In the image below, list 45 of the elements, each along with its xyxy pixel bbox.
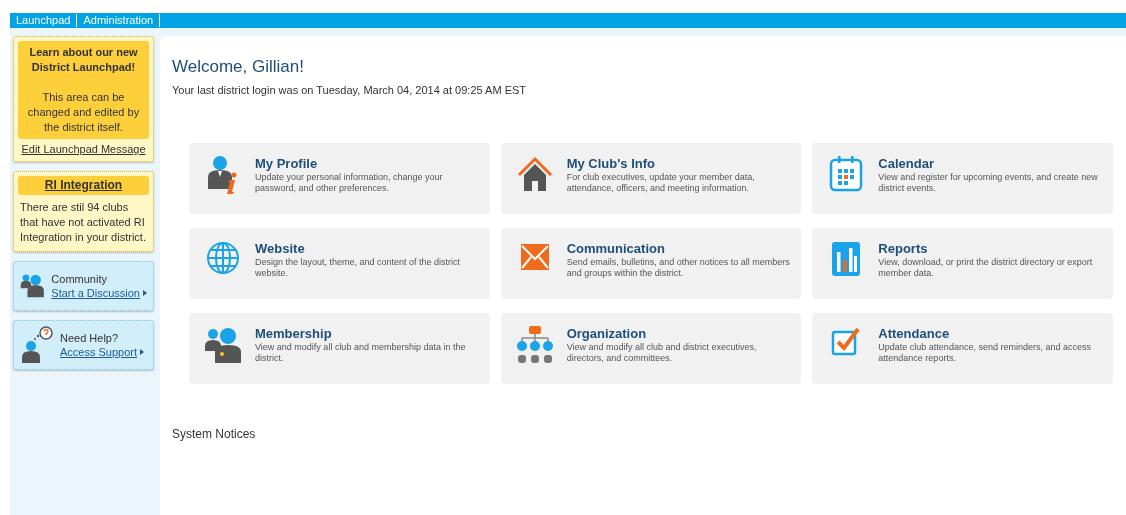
integration-link[interactable]: RI Integration [20,178,147,193]
calendar-icon [829,155,864,193]
shortcut-label: Community [51,273,108,285]
tile-card[interactable]: My Club's Info For club executives, update your member data, attendance, officers, and meeting information. [500,143,802,214]
message-title: Learn about our new District Launchpad! [28,45,139,75]
last-login-text: Your last district login was on Tuesday, March 04, 2014 at 09:25 AM EST [172,84,528,96]
tile-description: View and modify all club and membership data in the district. [255,342,467,364]
shortcut-link[interactable]: Start a Discussion [51,287,140,299]
shortcut-label: Need Help? [60,332,120,344]
tile-card[interactable]: Website Design the layout, theme, and content of the district website. [189,228,490,299]
tile-card[interactable]: Calendar View and register for upcoming events, and create new district events. [812,143,1113,214]
help-person-icon [20,326,54,364]
section-heading: System Notices [172,427,257,441]
tile-card[interactable]: Organization View and modify all club and district executives, directors, and committees. [500,313,802,384]
org-chart-icon [515,325,554,365]
tile-title: Calendar [878,155,935,172]
tile-card[interactable]: Membership View and modify all club and membership data in the district. [189,313,490,384]
tile-title: Attendance [878,325,951,342]
integration-text: There are stil 94 clubs that have not activated RI Integration in your district. [19,200,147,245]
tile-title: Organization [566,325,648,342]
tile-title: My Club's Info [566,155,656,172]
members-icon [204,325,242,365]
triangle-icon [140,349,145,355]
tile-description: For club executives, update your member data, attendance, officers, and meeting information. [566,172,756,194]
tile-description: Update club attendance, send reminders, and access attendance reports. [878,342,1092,364]
tile-title: Membership [255,325,333,342]
shortcut-link[interactable]: Access Support [60,346,138,358]
welcome-heading: Welcome, Gillian! [172,56,305,78]
tile-description: Update your personal information, change your password, and other preferences. [255,172,444,194]
message-body: This area can be changed and edited by the district itself. [26,90,141,135]
tile-card[interactable]: Attendance Update club attendance, send reminders, and access attendance reports. [812,313,1113,384]
tile-description: Send emails, bulletins, and other notices to all members and groups within the district. [566,257,791,279]
tile-card[interactable]: My Profile Update your personal information, change your password, and other preferences. [189,143,490,214]
tile-description: Design the layout, theme, and content of the district website. [255,257,462,279]
triangle-icon [143,290,147,296]
tile-title: My Profile [255,155,319,172]
tile-description: View, download, or print the district directory or export member data. [878,257,1094,279]
tile-title: Website [255,240,306,257]
tile-title: Communication [566,240,666,257]
tile-card[interactable]: Communication Send emails, bulletins, and other notices to all members and groups within the district. [500,228,802,299]
tile-title: Reports [878,240,929,257]
tile-card[interactable]: Reports View, download, or print the district directory or export member data. [812,228,1113,299]
edit-message-link[interactable]: Edit Launchpad Message [21,143,146,155]
tile-description: View and register for upcoming events, and create new district events. [878,172,1099,194]
tile-description: View and modify all club and district executives, directors, and committees. [566,342,758,364]
